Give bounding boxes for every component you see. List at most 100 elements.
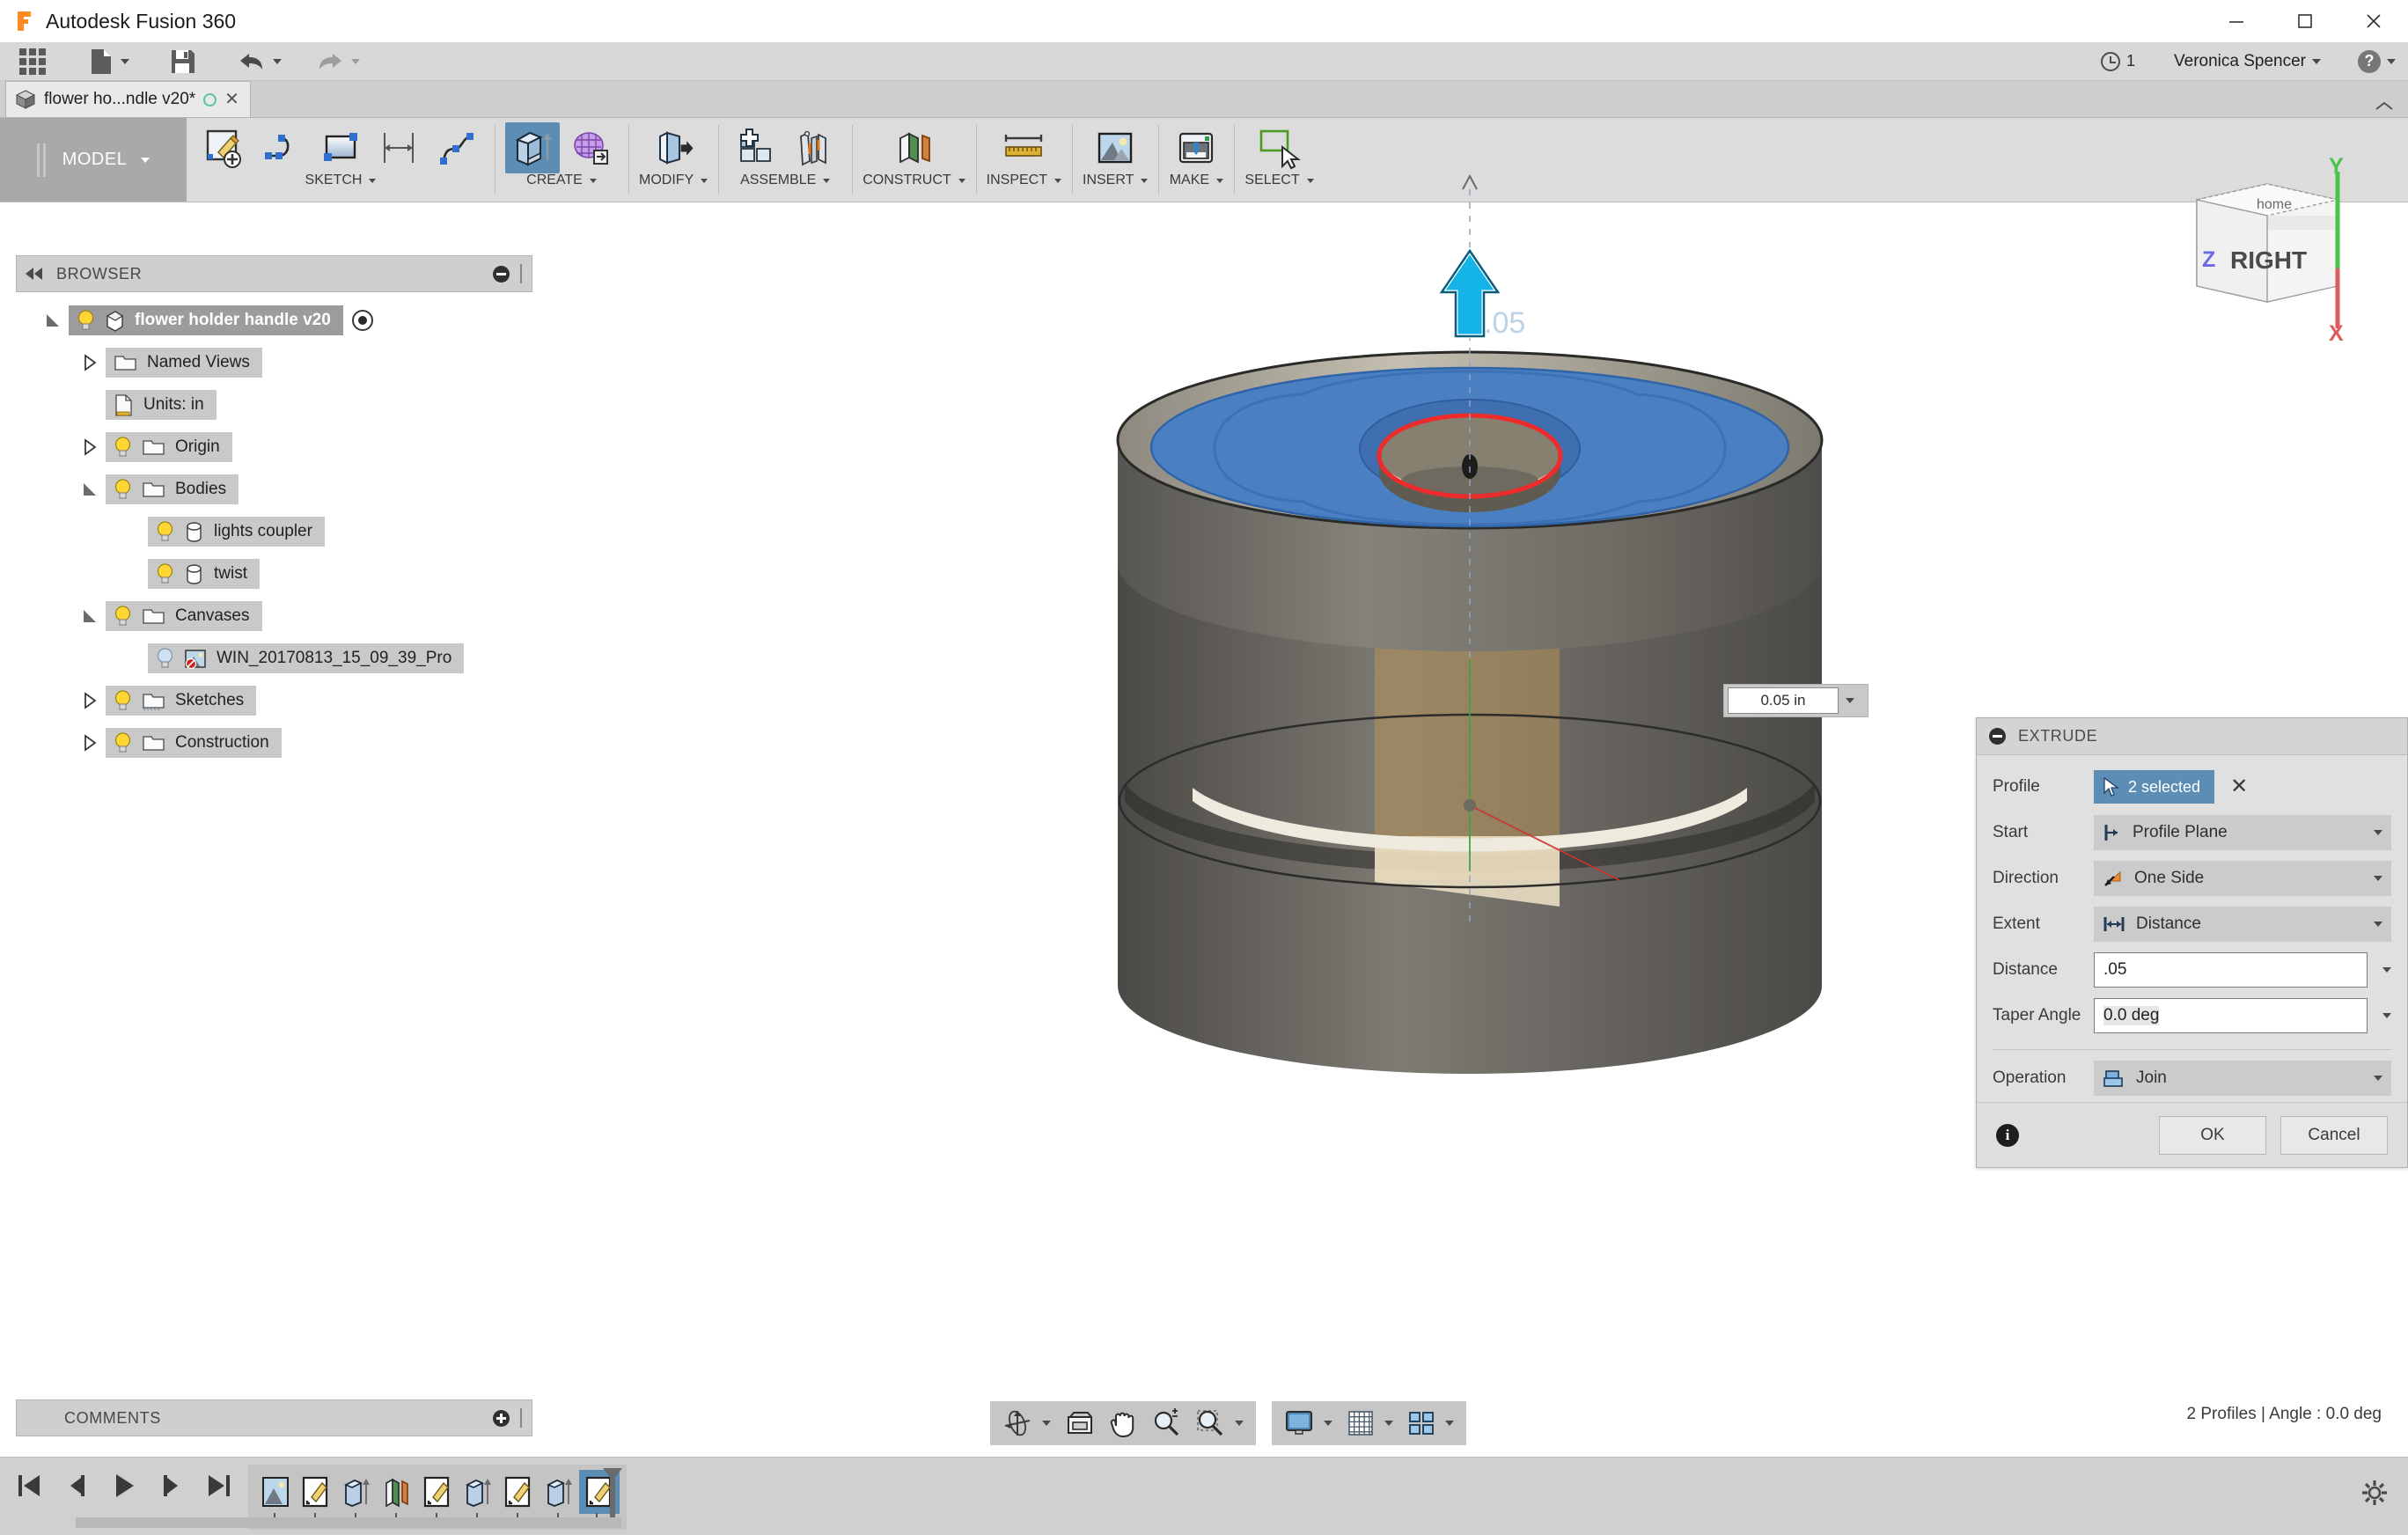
visibility-bulb-icon[interactable] (114, 478, 132, 501)
tabbar-expander[interactable] (2375, 100, 2408, 117)
dimension-icon[interactable] (371, 122, 426, 173)
visibility-bulb-icon[interactable] (77, 309, 95, 332)
document-tab[interactable]: flower ho...ndle v20* ✕ (5, 81, 251, 117)
visibility-bulb-icon[interactable] (114, 436, 132, 459)
new-component-icon[interactable] (729, 122, 783, 173)
save-icon[interactable] (161, 42, 205, 81)
canvas-distance-input[interactable] (1728, 687, 1839, 714)
insert-canvas-icon[interactable] (1088, 122, 1142, 173)
start-combo[interactable]: Profile Plane (2094, 815, 2391, 850)
tree-item-sketches[interactable]: Sketches (16, 679, 532, 722)
comments-grip[interactable] (520, 1408, 523, 1428)
timeline-feature-sketch[interactable] (296, 1470, 336, 1514)
pan-icon[interactable] (1104, 1404, 1142, 1443)
ribbon-group-label-construct[interactable]: CONSTRUCT (863, 173, 965, 188)
tree-item-lights-coupler[interactable]: lights coupler (16, 510, 532, 553)
browser-grip[interactable] (520, 264, 523, 283)
taper-angle-input[interactable]: 0.0 deg (2094, 998, 2368, 1033)
visibility-bulb-off-icon[interactable] (156, 647, 174, 670)
twisty-open-icon[interactable] (79, 606, 100, 627)
tree-item-root[interactable]: flower holder handle v20 (16, 299, 532, 342)
ribbon-group-label-modify[interactable]: MODIFY (639, 173, 708, 188)
chevron-down-icon[interactable] (1846, 698, 1854, 703)
help-menu[interactable]: ? (2321, 49, 2396, 73)
undo-icon[interactable] (228, 42, 290, 81)
ribbon-group-label-assemble[interactable]: ASSEMBLE (740, 173, 831, 188)
activate-component-radio[interactable] (351, 310, 373, 331)
cancel-button[interactable]: Cancel (2280, 1115, 2388, 1155)
visibility-bulb-icon[interactable] (156, 520, 174, 543)
ok-button[interactable]: OK (2159, 1115, 2266, 1155)
orbit-icon[interactable] (997, 1404, 1056, 1443)
skip-to-start-icon[interactable] (16, 1472, 42, 1504)
workspace-switcher[interactable]: MODEL (0, 118, 187, 202)
ribbon-group-label-inspect[interactable]: INSPECT (987, 173, 1061, 188)
maximize-icon[interactable] (2271, 0, 2339, 42)
timeline-feature-extrude[interactable] (539, 1470, 579, 1514)
close-tab-icon[interactable]: ✕ (224, 91, 239, 108)
ribbon-group-label-insert[interactable]: INSERT (1083, 173, 1149, 188)
twisty-open-icon[interactable] (42, 310, 63, 331)
view-cube[interactable]: RIGHT home Y X Z (2162, 154, 2382, 346)
tree-item-canvas-image[interactable]: WIN_20170813_15_09_39_Pro (16, 637, 532, 679)
step-forward-icon[interactable] (158, 1472, 185, 1504)
select-window-icon[interactable] (1252, 122, 1307, 173)
ribbon-group-label-sketch[interactable]: SKETCH (305, 173, 377, 188)
tree-item-bodies[interactable]: Bodies (16, 468, 532, 510)
joint-icon[interactable] (787, 122, 841, 173)
measure-icon[interactable] (996, 122, 1051, 173)
tree-item-units[interactable]: Units: in (16, 384, 532, 426)
offset-plane-icon[interactable] (886, 122, 941, 173)
visibility-bulb-icon[interactable] (114, 605, 132, 628)
distance-input[interactable]: .05 (2094, 952, 2368, 988)
skip-to-end-icon[interactable] (206, 1472, 232, 1504)
close-icon[interactable] (2339, 0, 2408, 42)
direction-combo[interactable]: One Side (2094, 861, 2391, 896)
fit-icon[interactable] (1060, 1404, 1100, 1443)
info-icon[interactable]: i (1996, 1123, 2019, 1147)
twisty-closed-icon[interactable] (79, 352, 100, 373)
visibility-bulb-icon[interactable] (156, 562, 174, 585)
taper-dropdown-icon[interactable] (2382, 1013, 2391, 1018)
job-status[interactable]: 1 (2100, 51, 2135, 71)
timeline-feature-sketch[interactable] (498, 1470, 539, 1514)
visibility-bulb-icon[interactable] (114, 689, 132, 712)
twisty-closed-icon[interactable] (79, 732, 100, 753)
tree-item-canvases[interactable]: Canvases (16, 595, 532, 637)
viewports-icon[interactable] (1402, 1404, 1459, 1443)
comments-panel-header[interactable]: COMMENTS (16, 1399, 532, 1436)
tree-item-construction[interactable]: Construction (16, 722, 532, 764)
timeline-settings-icon[interactable] (2360, 1479, 2389, 1507)
extrude-icon[interactable] (505, 122, 560, 173)
press-pull-icon[interactable] (646, 122, 701, 173)
create-form-icon[interactable] (563, 122, 618, 173)
rectangle-icon[interactable] (313, 122, 368, 173)
grid-icon[interactable] (0, 42, 55, 81)
zoom-window-icon[interactable] (1190, 1404, 1249, 1443)
zoom-icon[interactable] (1146, 1404, 1186, 1443)
timeline-feature-sketch[interactable] (417, 1470, 458, 1514)
display-settings-icon[interactable] (1279, 1404, 1338, 1443)
clear-selection-icon[interactable]: ✕ (2230, 776, 2248, 797)
twisty-open-icon[interactable] (79, 479, 100, 500)
play-icon[interactable] (111, 1472, 137, 1504)
spline-icon[interactable] (255, 122, 310, 173)
timeline-feature-extrude[interactable] (336, 1470, 377, 1514)
timeline-feature-plane[interactable] (377, 1470, 417, 1514)
tree-item-twist[interactable]: twist (16, 553, 532, 595)
create-sketch-icon[interactable] (197, 122, 252, 173)
extent-combo[interactable]: Distance (2094, 907, 2391, 942)
redo-icon[interactable] (306, 42, 369, 81)
minimize-icon[interactable] (2202, 0, 2271, 42)
3d-print-icon[interactable] (1169, 122, 1223, 173)
tree-item-origin[interactable]: Origin (16, 426, 532, 468)
collapse-browser-icon[interactable] (26, 268, 42, 280)
timeline-feature-canvas[interactable] (255, 1470, 296, 1514)
operation-combo[interactable]: Join (2094, 1061, 2391, 1096)
step-back-icon[interactable] (63, 1472, 90, 1504)
tree-item-named-views[interactable]: Named Views (16, 342, 532, 384)
add-comment-icon[interactable] (493, 1409, 510, 1427)
timeline-scrollbar[interactable] (76, 1517, 621, 1528)
collapse-icon[interactable] (1989, 728, 2006, 745)
ribbon-group-label-create[interactable]: CREATE (526, 173, 597, 188)
